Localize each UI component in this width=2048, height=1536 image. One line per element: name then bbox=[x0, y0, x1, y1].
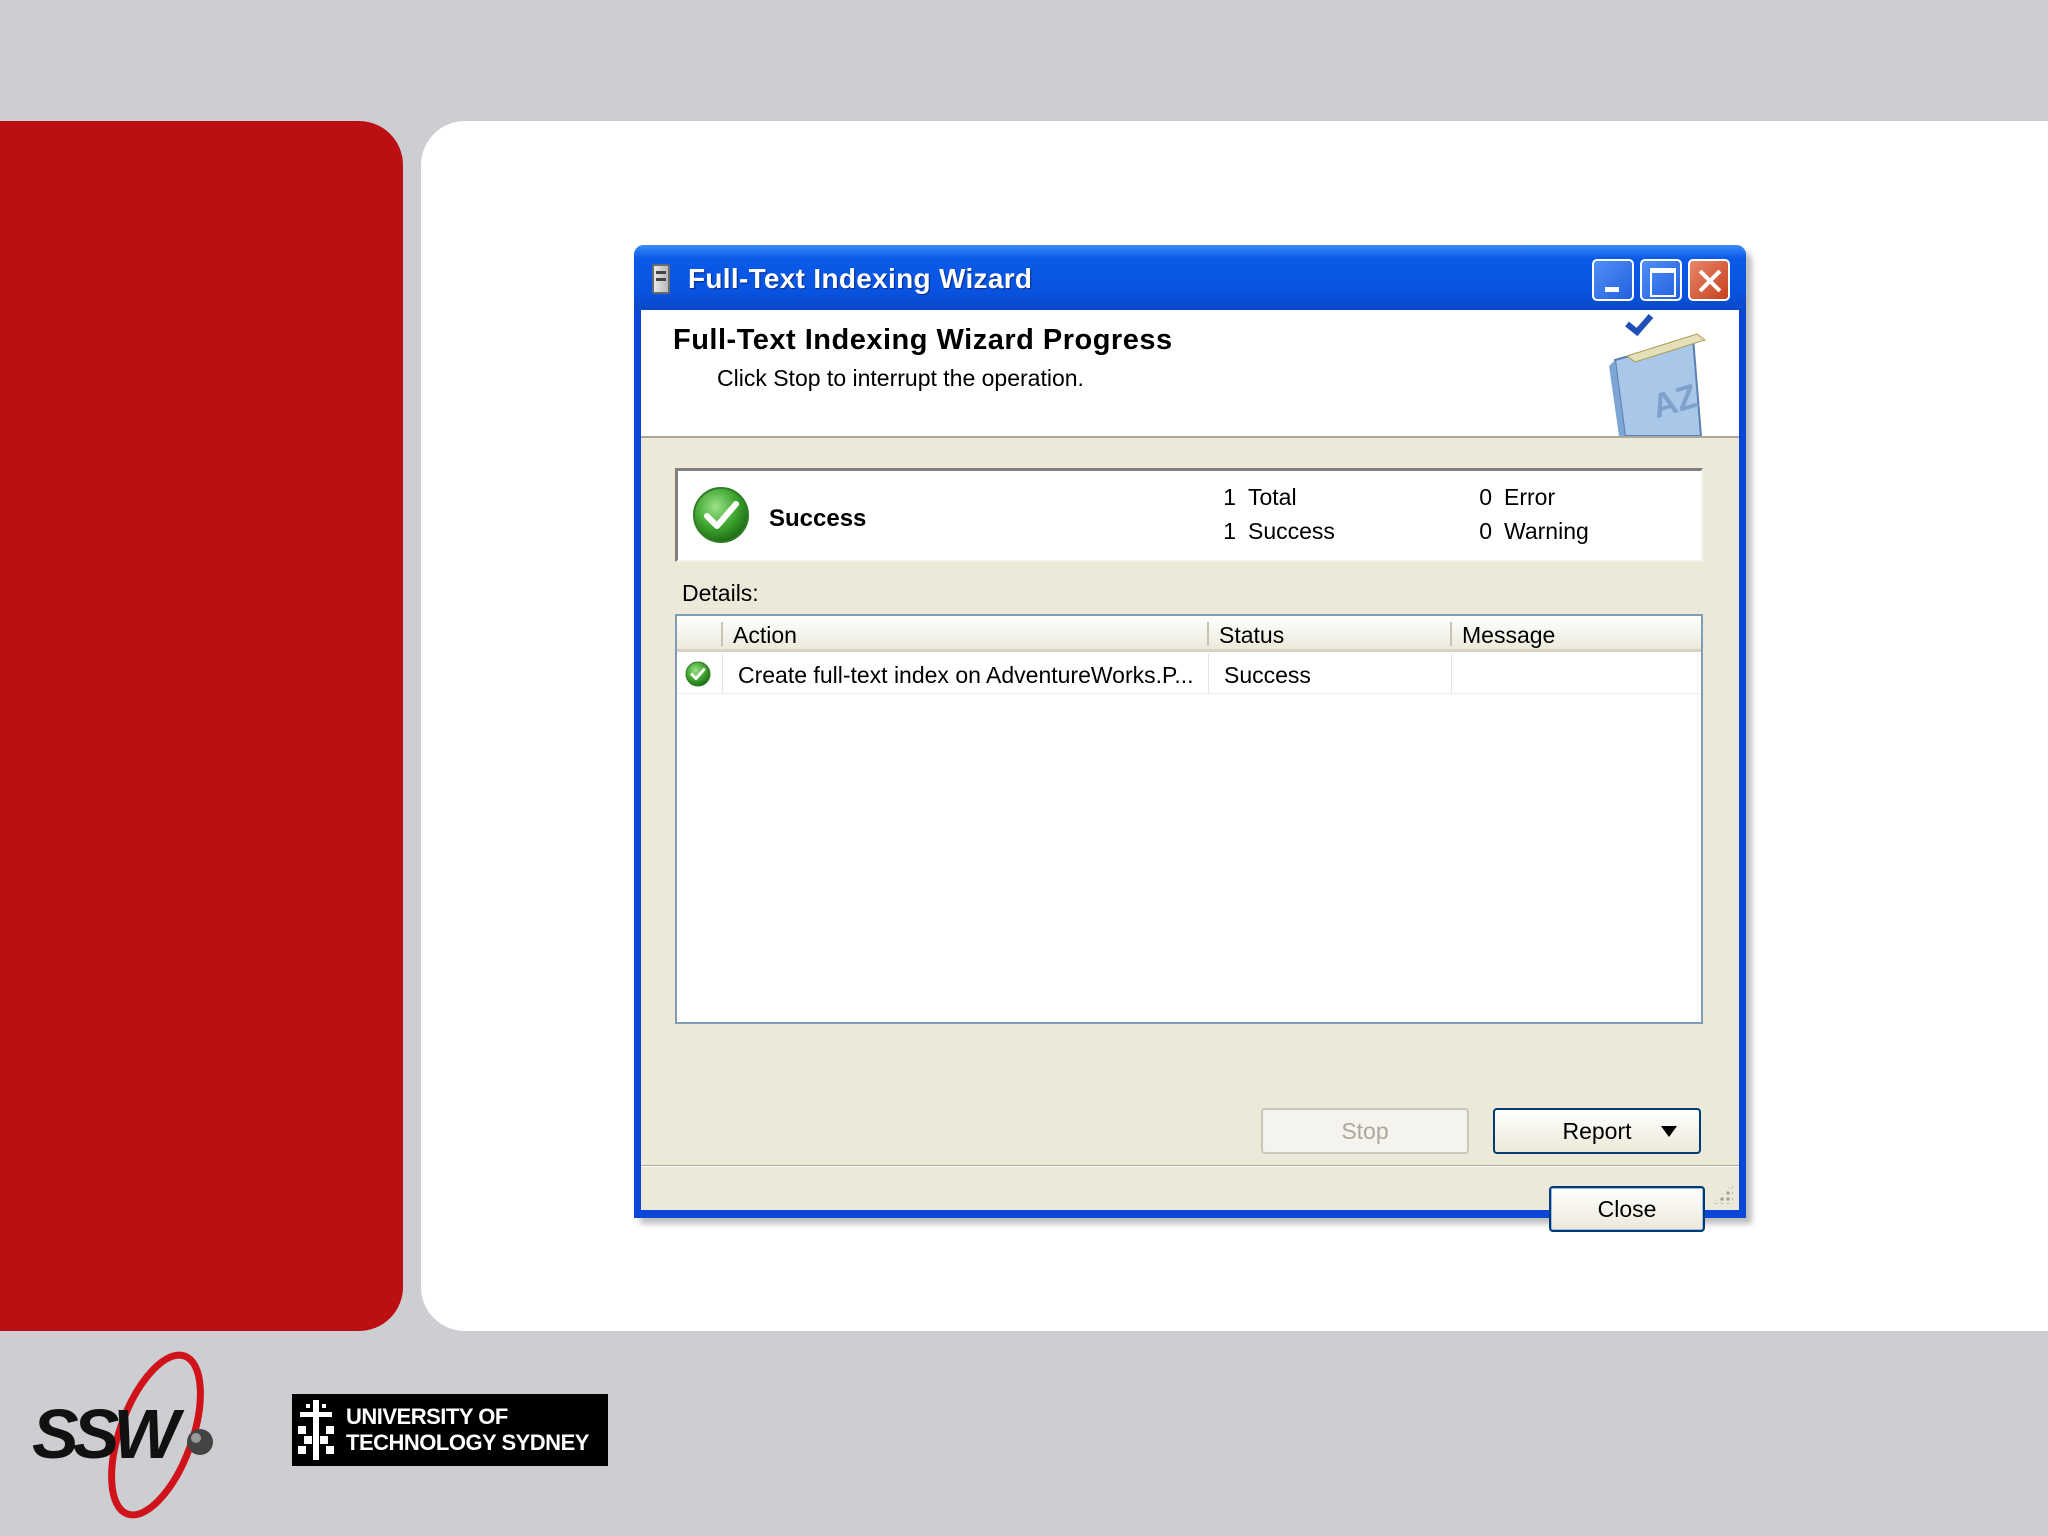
window-titlebar[interactable]: Full-Text Indexing Wizard bbox=[634, 245, 1746, 310]
window-title: Full-Text Indexing Wizard bbox=[688, 263, 1033, 294]
wizard-header: Full-Text Indexing Wizard Progress Click… bbox=[641, 310, 1739, 438]
warning-label: Warning bbox=[1504, 518, 1589, 544]
warning-count: 0 bbox=[1479, 518, 1492, 544]
details-list[interactable]: Action Status Message Create full-text i… bbox=[675, 614, 1703, 1024]
success-count: 1 bbox=[1223, 518, 1236, 544]
row-divider bbox=[1451, 654, 1452, 694]
ssw-logo: SSW bbox=[32, 1351, 213, 1519]
row-divider bbox=[1208, 654, 1209, 694]
column-header-action[interactable]: Action bbox=[733, 622, 797, 649]
close-window-button[interactable] bbox=[1688, 259, 1730, 301]
footer-divider bbox=[641, 1165, 1739, 1167]
column-separator[interactable] bbox=[1450, 622, 1452, 646]
column-separator[interactable] bbox=[721, 622, 723, 646]
column-separator[interactable] bbox=[1207, 622, 1209, 646]
wizard-window: Full-Text Indexing Wizard Full-Text Inde… bbox=[634, 245, 1746, 1232]
maximize-button[interactable] bbox=[1640, 259, 1682, 301]
slide-red-panel bbox=[0, 121, 403, 1331]
uts-logo: UNIVERSITY OF TECHNOLOGY SYDNEY bbox=[292, 1394, 608, 1466]
error-count: 0 bbox=[1479, 484, 1492, 510]
close-button[interactable]: Close bbox=[1549, 1186, 1705, 1232]
details-label: Details: bbox=[682, 580, 759, 606]
row-status: Success bbox=[1224, 662, 1311, 688]
row-action: Create full-text index on AdventureWorks… bbox=[738, 662, 1194, 688]
stop-button[interactable]: Stop bbox=[1261, 1108, 1469, 1154]
book-az-icon: AZ bbox=[1609, 314, 1707, 436]
overall-status: Success bbox=[769, 505, 867, 532]
dialog-client-area: Full-Text Indexing Wizard Progress Click… bbox=[641, 310, 1739, 1232]
page-subtitle: Click Stop to interrupt the operation. bbox=[717, 365, 1084, 391]
ssw-logo-text: SSW bbox=[32, 1395, 185, 1473]
success-check-icon bbox=[685, 661, 711, 687]
total-label: Total bbox=[1248, 484, 1297, 510]
uts-logo-line-1: UNIVERSITY OF bbox=[346, 1404, 508, 1429]
dropdown-arrow-icon bbox=[1661, 1126, 1677, 1137]
success-label: Success bbox=[1248, 518, 1335, 544]
details-list-header: Action Status Message bbox=[677, 616, 1701, 652]
uts-logo-line-2: TECHNOLOGY SYDNEY bbox=[346, 1430, 589, 1455]
column-header-message[interactable]: Message bbox=[1462, 622, 1555, 649]
error-label: Error bbox=[1504, 484, 1556, 510]
report-button-label: Report bbox=[1562, 1118, 1632, 1144]
server-icon bbox=[652, 264, 670, 294]
report-button[interactable]: Report bbox=[1493, 1108, 1701, 1154]
total-count: 1 bbox=[1223, 484, 1236, 510]
table-row[interactable]: Create full-text index on AdventureWorks… bbox=[677, 654, 1701, 694]
uts-emblem-icon bbox=[294, 1396, 338, 1464]
resize-grip-icon[interactable] bbox=[1713, 1184, 1733, 1204]
page-title: Full-Text Indexing Wizard Progress bbox=[673, 324, 1173, 356]
column-header-status[interactable]: Status bbox=[1219, 622, 1284, 649]
success-check-icon bbox=[693, 487, 749, 543]
minimize-button[interactable] bbox=[1592, 259, 1634, 301]
row-divider bbox=[722, 654, 723, 694]
summary-panel: Success 1 Total 1 Success 0 Error 0 Warn… bbox=[675, 468, 1703, 562]
